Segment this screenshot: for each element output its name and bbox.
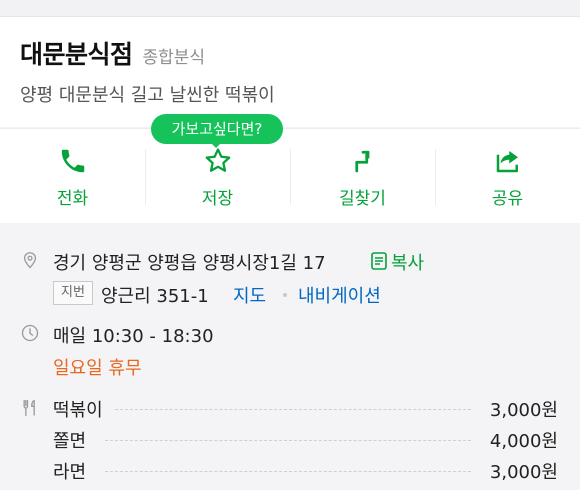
copy-icon[interactable] <box>371 252 387 270</box>
action-bar: 전화 저장 길찾기 공유 <box>0 128 580 224</box>
menu-item-price: 4,000원 <box>489 431 558 452</box>
menu-leader <box>105 471 471 472</box>
place-title: 대문분식점 <box>20 40 133 69</box>
menu-item: 쫄면 4,000원 <box>53 427 558 453</box>
navigation-link[interactable]: 내비게이션 <box>298 282 381 308</box>
star-icon <box>205 148 230 172</box>
share-label: 공유 <box>491 189 524 209</box>
menu-item-name: 라면 <box>53 462 87 483</box>
jibun-badge: 지번 <box>53 281 93 305</box>
road-address: 경기 양평군 양평읍 양평시장1길 17 <box>53 253 326 274</box>
copy-address-button[interactable]: 복사 <box>391 249 424 275</box>
menu-leader <box>115 409 471 410</box>
menu-leader <box>105 440 471 441</box>
place-details: 경기 양평군 양평읍 양평시장1길 17 복사 지번 양근리 351-1 지도 … <box>0 223 580 490</box>
menu-item-price: 3,000원 <box>489 400 558 421</box>
directions-button[interactable]: 길찾기 <box>290 129 435 223</box>
jibun-address: 양근리 351-1 <box>101 286 209 307</box>
menu-item-name: 쫄면 <box>53 431 87 452</box>
fork-knife-icon <box>23 399 35 417</box>
menu-item: 떡볶이 3,000원 <box>53 396 558 422</box>
save-tooltip: 가보고싶다면? <box>151 114 283 144</box>
place-category: 종합분식 <box>142 48 206 68</box>
holiday-notice: 일요일 휴무 <box>53 358 142 379</box>
top-strip <box>0 0 580 17</box>
save-label: 저장 <box>201 189 234 209</box>
menu-item-price: 3,000원 <box>489 462 558 483</box>
share-button[interactable]: 공유 <box>435 129 580 223</box>
directions-label: 길찾기 <box>339 189 386 209</box>
menu-item: 라면 3,000원 <box>53 458 558 484</box>
separator-dot <box>283 293 287 297</box>
call-button[interactable]: 전화 <box>0 129 145 223</box>
share-icon <box>496 151 518 173</box>
title-row: 대문분식점 종합분식 <box>20 35 205 71</box>
tooltip-tail <box>209 141 223 148</box>
phone-icon <box>61 149 84 173</box>
place-description: 양평 대문분식 길고 날씬한 떡볶이 <box>20 85 275 106</box>
map-link[interactable]: 지도 <box>233 282 266 308</box>
location-pin-icon <box>23 252 37 269</box>
place-header: 대문분식점 종합분식 양평 대문분식 길고 날씬한 떡볶이 <box>0 17 580 127</box>
menu-item-name: 떡볶이 <box>53 400 103 421</box>
call-label: 전화 <box>56 189 89 209</box>
clock-icon <box>21 324 39 342</box>
directions-icon <box>354 150 369 173</box>
business-hours: 매일 10:30 - 18:30 <box>53 326 214 347</box>
